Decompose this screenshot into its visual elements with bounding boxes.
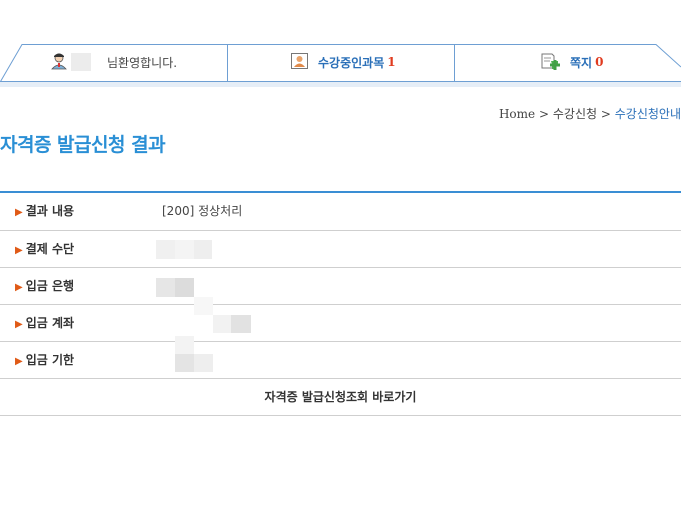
breadcrumb-separator: >: [538, 107, 550, 121]
page: 님환영합니다. 수강중인과목 1 쪽지 0 Home > 수강신청 > 수강신청…: [0, 0, 681, 510]
breadcrumb-separator: >: [600, 107, 611, 121]
page-title: 자격증 발급신청 결과: [0, 134, 166, 156]
table-row: ▶ 입금 기한: [0, 336, 681, 380]
triangle-bullet-icon: ▶: [15, 282, 23, 293]
user-avatar-icon: [50, 52, 68, 73]
courses-count: 1: [387, 55, 396, 69]
user-greeting: 님환영합니다.: [50, 43, 220, 81]
courses-label: 수강중인과목: [318, 55, 385, 70]
table-row: ▶ 결제 수단: [0, 231, 681, 268]
row-label: ▶ 입금 기한: [15, 342, 74, 380]
greeting-text: 님환영합니다.: [107, 55, 178, 70]
result-table: ▶ 결과 내용 [200] 정상처리 ▶ 결제 수단 ▶ 입금 은행 ▶ 입금 계좌: [0, 191, 681, 416]
certificate-inquiry-link[interactable]: 자격증 발급신청조회 바로가기: [265, 390, 417, 404]
row-label-text: 입금 기한: [25, 353, 75, 367]
table-row: ▶ 입금 은행: [0, 268, 681, 305]
row-label-text: 입금 계좌: [25, 316, 75, 330]
row-label-text: 결과 내용: [25, 204, 75, 218]
row-label-text: 입금 은행: [25, 279, 75, 293]
table-row: 자격증 발급신청조회 바로가기: [0, 379, 681, 416]
triangle-bullet-icon: ▶: [15, 207, 23, 218]
course-book-icon: [290, 52, 310, 73]
message-edit-icon: [540, 52, 560, 73]
messages-link[interactable]: 쪽지 0: [540, 43, 640, 81]
table-row: ▶ 결과 내용 [200] 정상처리: [0, 193, 681, 231]
triangle-bullet-icon: ▶: [15, 245, 23, 256]
breadcrumb-section[interactable]: 수강신청: [553, 107, 597, 121]
courses-in-progress-link[interactable]: 수강중인과목 1: [290, 43, 430, 81]
row-label-text: 결제 수단: [25, 242, 75, 256]
messages-label: 쪽지: [570, 55, 593, 70]
row-label: ▶ 입금 계좌: [15, 305, 74, 343]
breadcrumb-current: 수강신청안내: [614, 107, 681, 121]
user-name-redacted: [71, 53, 91, 71]
triangle-bullet-icon: ▶: [15, 319, 23, 330]
row-value: [200] 정상처리: [162, 204, 243, 218]
messages-count: 0: [595, 55, 604, 69]
breadcrumb-home[interactable]: Home: [499, 107, 535, 121]
triangle-bullet-icon: ▶: [15, 356, 23, 367]
breadcrumb: Home > 수강신청 > 수강신청안내: [499, 105, 681, 122]
top-status-bar: 님환영합니다. 수강중인과목 1 쪽지 0: [0, 43, 681, 87]
row-label: ▶ 결제 수단: [15, 231, 74, 269]
row-label: ▶ 입금 은행: [15, 268, 74, 306]
table-row: ▶ 입금 계좌: [0, 297, 681, 343]
row-label: ▶ 결과 내용: [15, 193, 74, 231]
